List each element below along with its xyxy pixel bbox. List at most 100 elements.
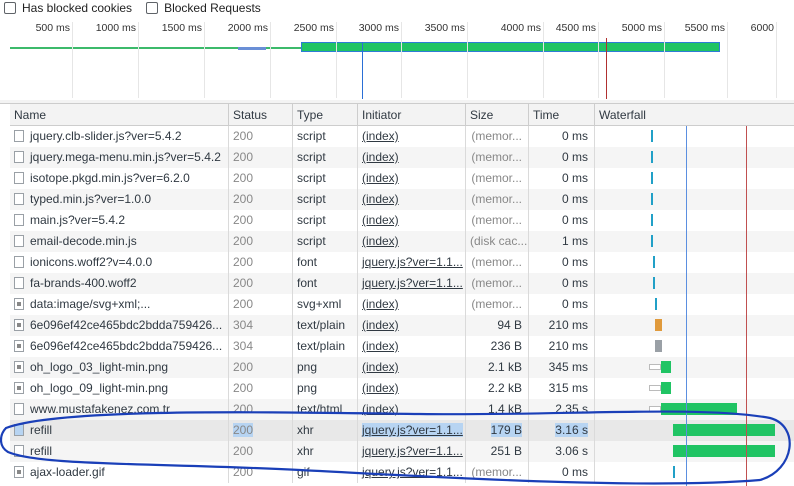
request-name: 6e096ef42ce465bdc2bdda759426... [30,318,223,332]
initiator-link[interactable]: (index) [362,192,399,206]
table-row[interactable]: data:image/svg+xml;... 200 svg+xml (index) (… [10,294,794,315]
table-row[interactable]: jquery.mega-menu.min.js?ver=5.4.2 200 scri… [10,147,794,168]
request-name: email-decode.min.js [30,234,137,248]
initiator-link[interactable]: (index) [362,297,399,311]
column-header-size[interactable]: Size [465,104,528,125]
cell-name: fa-brands-400.woff2 [10,273,228,294]
cell-initiator[interactable]: (index) [357,126,465,147]
cell-initiator[interactable]: (index) [357,399,465,420]
time-value: 0 ms [561,171,588,185]
initiator-link[interactable]: (index) [362,129,399,143]
table-row[interactable]: www.mustafakenez.com.tr 200 text/html (inde… [10,399,794,420]
cell-status: 200 [228,210,292,231]
table-row[interactable]: typed.min.js?ver=1.0.0 200 script (index) (m… [10,189,794,210]
initiator-link[interactable]: (index) [362,381,399,395]
cell-initiator[interactable]: (index) [357,210,465,231]
initiator-link[interactable]: (index) [362,171,399,185]
table-row[interactable]: jquery.clb-slider.js?ver=5.4.2 200 script (… [10,126,794,147]
column-header-time[interactable]: Time [528,104,594,125]
cell-waterfall [594,399,794,420]
initiator-link[interactable]: (index) [362,150,399,164]
cell-initiator[interactable]: (index) [357,231,465,252]
table-row[interactable]: 6e096ef42ce465bdc2bdda759426... 304 text/p… [10,315,794,336]
blocked-requests-checkbox[interactable]: Blocked Requests [146,1,261,15]
status-value: 200 [233,276,254,290]
waterfall-bar [661,403,737,415]
table-row[interactable]: refill 200 xhr jquery.js?ver=1.1... 251 B 3.0… [10,441,794,462]
table-row[interactable]: refill 200 xhr jquery.js?ver=1.1... 179 B 3.1… [10,420,794,441]
cell-time: 2.35 s [528,399,594,420]
cell-size: (memor... [465,252,528,273]
cell-initiator[interactable]: (index) [357,336,465,357]
initiator-link[interactable]: (index) [362,402,399,416]
overview-timeline[interactable]: 500 ms 1000 ms 1500 ms 2000 ms 2500 ms 3000 m… [0,16,794,100]
table-row[interactable]: ajax-loader.gif 200 gif jquery.js?ver=1.1..… [10,462,794,483]
table-row[interactable]: isotope.pkgd.min.js?ver=6.2.0 200 script (i… [10,168,794,189]
table-row[interactable]: oh_logo_03_light-min.png 200 png (index) 2.1… [10,357,794,378]
cell-name: 6e096ef42ce465bdc2bdda759426... [10,315,228,336]
initiator-link[interactable]: (index) [362,360,399,374]
time-value: 0 ms [561,297,588,311]
initiator-link[interactable]: jquery.js?ver=1.1... [362,276,463,290]
column-header-waterfall[interactable]: Waterfall [594,104,794,125]
cell-initiator[interactable]: jquery.js?ver=1.1... [357,273,465,294]
cell-initiator[interactable]: jquery.js?ver=1.1... [357,441,465,462]
cell-initiator[interactable]: (index) [357,294,465,315]
cell-initiator[interactable]: (index) [357,357,465,378]
status-value: 200 [233,423,254,437]
table-row[interactable]: main.js?ver=5.4.2 200 script (index) (memor.… [10,210,794,231]
cell-size: (memor... [465,168,528,189]
type-value: xhr [297,444,314,458]
cell-size: (memor... [465,210,528,231]
initiator-link[interactable]: (index) [362,234,399,248]
initiator-link[interactable]: (index) [362,339,399,353]
initiator-link[interactable]: jquery.js?ver=1.1... [362,465,463,479]
cell-initiator[interactable]: (index) [357,147,465,168]
cell-status: 200 [228,273,292,294]
table-row[interactable]: ionicons.woff2?v=4.0.0 200 font jquery.js?v… [10,252,794,273]
initiator-link[interactable]: jquery.js?ver=1.1... [362,423,463,437]
cell-initiator[interactable]: jquery.js?ver=1.1... [357,462,465,483]
initiator-link[interactable]: jquery.js?ver=1.1... [362,444,463,458]
cell-initiator[interactable]: (index) [357,315,465,336]
has-blocked-cookies-label: Has blocked cookies [22,1,133,15]
cell-initiator[interactable]: (index) [357,189,465,210]
column-header-initiator[interactable]: Initiator [357,104,465,125]
initiator-link[interactable]: (index) [362,213,399,227]
image-file-icon [14,319,24,331]
column-header-type[interactable]: Type [292,104,357,125]
initiator-link[interactable]: (index) [362,318,399,332]
status-value: 200 [233,444,254,458]
cell-type: png [292,357,357,378]
table-row[interactable]: oh_logo_09_light-min.png 200 png (index) 2.2… [10,378,794,399]
cell-name: main.js?ver=5.4.2 [10,210,228,231]
request-name: www.mustafakenez.com.tr [30,402,171,416]
cell-initiator[interactable]: (index) [357,378,465,399]
cell-size: 251 B [465,441,528,462]
has-blocked-cookies-checkbox[interactable]: Has blocked cookies [4,1,132,15]
table-row[interactable]: fa-brands-400.woff2 200 font jquery.js?ver=… [10,273,794,294]
column-header-name[interactable]: Name [10,104,228,125]
cell-type: gif [292,462,357,483]
cell-waterfall [594,147,794,168]
image-file-icon [14,298,24,310]
cell-type: png [292,378,357,399]
cell-type: script [292,126,357,147]
type-value: script [297,150,326,164]
cell-status: 304 [228,336,292,357]
cell-time: 0 ms [528,462,594,483]
request-name: typed.min.js?ver=1.0.0 [30,192,152,206]
table-row[interactable]: 6e096ef42ce465bdc2bdda759426... 304 text/p… [10,336,794,357]
column-header-status[interactable]: Status [228,104,292,125]
cell-initiator[interactable]: jquery.js?ver=1.1... [357,252,465,273]
cell-initiator[interactable]: jquery.js?ver=1.1... [357,420,465,441]
initiator-link[interactable]: jquery.js?ver=1.1... [362,255,463,269]
cell-initiator[interactable]: (index) [357,168,465,189]
waterfall-bar [661,361,671,373]
cell-time: 0 ms [528,273,594,294]
table-row[interactable]: email-decode.min.js 200 script (index) (disk… [10,231,794,252]
type-value: script [297,129,326,143]
table-header: Name Status Type Initiator Size Time Wat… [10,104,794,126]
cell-waterfall [594,420,794,441]
size-value: 2.2 kB [487,381,522,395]
